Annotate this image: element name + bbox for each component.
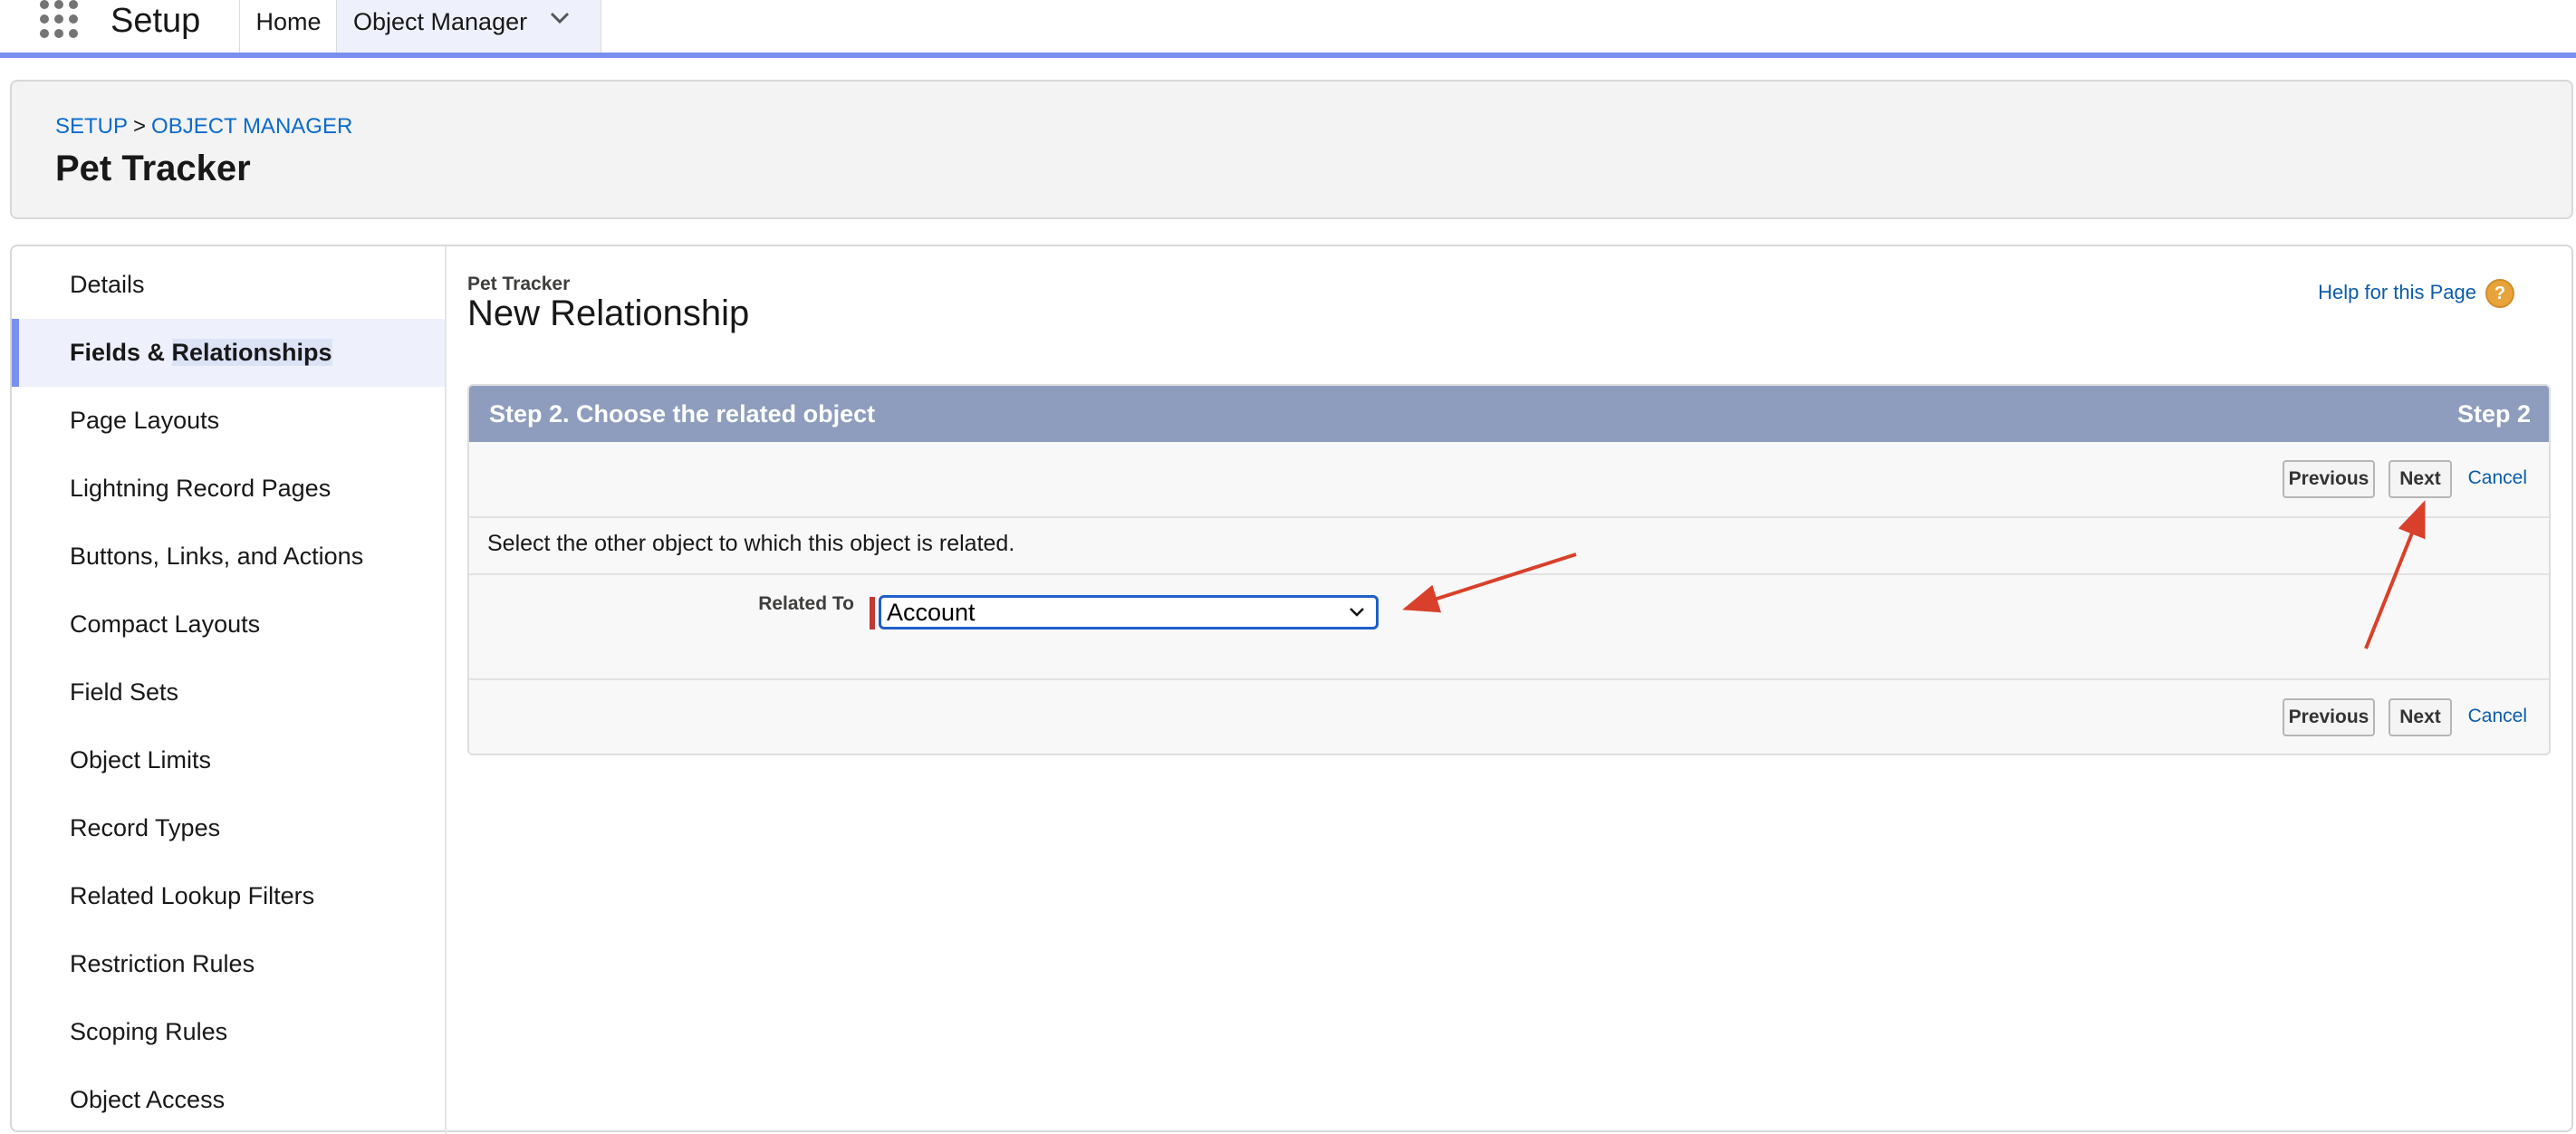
global-header: Setup Home Object Manager bbox=[0, 0, 2576, 58]
sidebar-item-related-lookup-filters[interactable]: Related Lookup Filters bbox=[12, 862, 445, 930]
step-panel: Step 2. Choose the related object Step 2… bbox=[467, 384, 2551, 755]
related-to-select[interactable]: Account bbox=[879, 595, 1379, 629]
sidebar-item-scoping-rules[interactable]: Scoping Rules bbox=[12, 998, 445, 1066]
chevron-down-icon[interactable] bbox=[545, 4, 574, 33]
page-title: Pet Tracker bbox=[55, 149, 251, 188]
sidebar-item-record-types[interactable]: Record Types bbox=[12, 794, 445, 862]
breadcrumb-object-manager-link[interactable]: OBJECT MANAGER bbox=[151, 114, 352, 139]
sidebar-item-fields-relationships[interactable]: Fields & Relationships bbox=[12, 319, 445, 387]
sidebar-item-object-access[interactable]: Object Access bbox=[12, 1066, 445, 1134]
next-button[interactable]: Next bbox=[2389, 460, 2452, 498]
tab-object-manager[interactable]: Object Manager bbox=[336, 0, 601, 53]
tab-object-manager-label: Object Manager bbox=[353, 8, 528, 35]
breadcrumb-separator: > bbox=[133, 114, 147, 139]
sidebar-item-label-highlight: Relationships bbox=[171, 339, 332, 366]
breadcrumb-setup-link[interactable]: SETUP bbox=[55, 114, 128, 139]
help-link[interactable]: Help for this Page? bbox=[2318, 279, 2514, 308]
app-name: Setup bbox=[111, 2, 201, 40]
object-label: Pet Tracker bbox=[467, 274, 571, 294]
page-header: SETUP > OBJECT MANAGER Pet Tracker bbox=[10, 80, 2573, 219]
related-to-label: Related To bbox=[758, 593, 854, 614]
step-title: Step 2. Choose the related object bbox=[489, 400, 876, 428]
content-area: Pet Tracker New Relationship Help for th… bbox=[467, 246, 2551, 1116]
step-header: Step 2. Choose the related object Step 2 bbox=[469, 386, 2549, 442]
instructions-text: Select the other object to which this ob… bbox=[487, 531, 1015, 556]
required-indicator bbox=[870, 597, 875, 629]
button-row-top: Previous Next Cancel bbox=[469, 442, 2549, 518]
help-icon[interactable]: ? bbox=[2485, 279, 2514, 308]
cancel-link[interactable]: Cancel bbox=[2468, 706, 2527, 727]
breadcrumb: SETUP > OBJECT MANAGER bbox=[55, 114, 352, 139]
sidebar-item-compact-layouts[interactable]: Compact Layouts bbox=[12, 591, 445, 658]
previous-button[interactable]: Previous bbox=[2283, 460, 2375, 498]
related-to-selected-value: Account bbox=[887, 599, 976, 626]
button-row-bottom: Previous Next Cancel bbox=[469, 678, 2549, 754]
cancel-link[interactable]: Cancel bbox=[2468, 467, 2527, 489]
sidebar-item-label: Fields & bbox=[70, 339, 172, 366]
main-panel: Details Fields & Relationships Page Layo… bbox=[10, 245, 2573, 1134]
help-link-label: Help for this Page bbox=[2318, 280, 2476, 303]
sidebar-item-buttons-links-actions[interactable]: Buttons, Links, and Actions bbox=[12, 523, 445, 591]
related-to-field-row: Related To Account bbox=[469, 573, 2549, 669]
chevron-down-icon bbox=[1350, 608, 1364, 617]
previous-button[interactable]: Previous bbox=[2283, 698, 2375, 736]
sidebar-item-details[interactable]: Details bbox=[12, 251, 445, 319]
step-indicator: Step 2 bbox=[2456, 400, 2531, 428]
wizard-title: New Relationship bbox=[467, 293, 750, 333]
sidebar-item-restriction-rules[interactable]: Restriction Rules bbox=[12, 930, 445, 998]
app-launcher-icon[interactable] bbox=[38, 0, 80, 42]
sidebar-item-page-layouts[interactable]: Page Layouts bbox=[12, 387, 445, 455]
sidebar: Details Fields & Relationships Page Layo… bbox=[12, 246, 447, 1134]
tab-home[interactable]: Home bbox=[239, 0, 337, 53]
next-button[interactable]: Next bbox=[2389, 698, 2452, 736]
sidebar-item-object-limits[interactable]: Object Limits bbox=[12, 726, 445, 794]
sidebar-item-lightning-record-pages[interactable]: Lightning Record Pages bbox=[12, 455, 445, 523]
sidebar-item-field-sets[interactable]: Field Sets bbox=[12, 658, 445, 726]
